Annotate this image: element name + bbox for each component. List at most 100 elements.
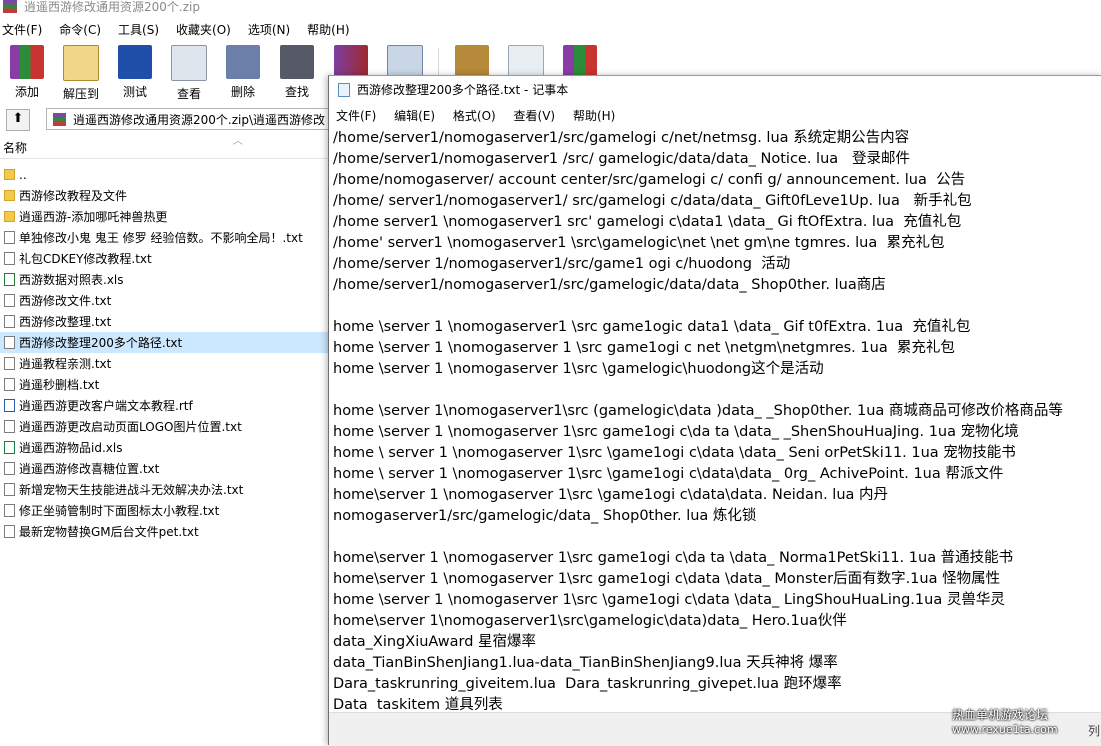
file-name: 单独修改小鬼 鬼王 修罗 经验倍数。不影响全局！.txt bbox=[19, 231, 303, 245]
text-line: home \server 1 \nomogaserver 1 \src game… bbox=[333, 340, 955, 356]
txt-file-icon bbox=[4, 483, 15, 496]
text-line: data_TianBinShenJiang1.lua-data_TianBinS… bbox=[333, 655, 838, 671]
winrar-app-icon bbox=[3, 0, 17, 13]
virus-scan-icon bbox=[455, 45, 489, 79]
text-line: /home/ server1/nomogaserver1/ src/gamelo… bbox=[333, 193, 972, 209]
up-arrow-icon: ⬆ bbox=[12, 111, 24, 126]
file-name: 逍遥西游更改启动页面LOGO图片位置.txt bbox=[19, 420, 242, 434]
txt-file-icon bbox=[4, 462, 15, 475]
menu-command[interactable]: 命令(C) bbox=[59, 21, 101, 38]
np-menu-format[interactable]: 格式(O) bbox=[453, 109, 496, 123]
wizard-icon bbox=[334, 45, 368, 79]
notepad-window: 西游修改整理200多个路径.txt - 记事本 文件(F) 编辑(E) 格式(O… bbox=[328, 75, 1101, 746]
file-row[interactable]: 修正坐骑管制时下面图标太小教程.txt bbox=[0, 500, 330, 521]
file-row[interactable]: 西游数据对照表.xls bbox=[0, 269, 330, 290]
file-name: 西游修改整理200多个路径.txt bbox=[19, 336, 183, 350]
add-button-label: 添加 bbox=[14, 85, 39, 99]
file-row[interactable]: 逍遥教程亲测.txt bbox=[0, 353, 330, 374]
find-button[interactable]: 查找 bbox=[270, 44, 324, 102]
address-text: 逍遥西游修改通用资源200个.zip\逍遥西游修改 bbox=[73, 113, 326, 127]
rtf-file-icon bbox=[4, 399, 15, 412]
winrar-title: 逍遥西游修改通用资源200个.zip bbox=[24, 0, 200, 14]
file-row[interactable]: 礼包CDKEY修改教程.txt bbox=[0, 248, 330, 269]
winrar-menubar: 文件(F) 命令(C) 工具(S) 收藏夹(O) 选项(N) 帮助(H) bbox=[0, 18, 1101, 40]
menu-file[interactable]: 文件(F) bbox=[2, 21, 42, 38]
watermark-line2: www.rexue1ta.com bbox=[952, 723, 1058, 736]
file-name: .. bbox=[19, 167, 27, 182]
np-menu-file[interactable]: 文件(F) bbox=[336, 109, 376, 123]
file-name: 新增宠物天生技能进战斗无效解决办法.txt bbox=[19, 483, 244, 497]
extract-icon bbox=[63, 45, 99, 81]
file-name: 逍遥西游修改喜糖位置.txt bbox=[19, 462, 160, 476]
txt-file-icon bbox=[4, 336, 15, 349]
file-name: 逍遥西游物品id.xls bbox=[19, 441, 123, 455]
text-line: home \ server 1 \nomogaserver 1\src \gam… bbox=[333, 445, 1016, 461]
text-line: Dara_taskrunring_giveitem.lua Dara_taskr… bbox=[333, 676, 842, 692]
text-line: home \server 1 \nomogaserver 1\src \game… bbox=[333, 361, 824, 377]
file-row[interactable]: 逍遥西游物品id.xls bbox=[0, 437, 330, 458]
file-row[interactable]: .. bbox=[0, 164, 330, 185]
file-name: 西游修改整理.txt bbox=[19, 315, 112, 329]
notepad-text-area[interactable]: /home/server1/nomogaserver1/src/gamelogi… bbox=[333, 128, 1101, 718]
menu-tools[interactable]: 工具(S) bbox=[118, 21, 159, 38]
text-line: home\server 1 \nomogaserver 1\src \game1… bbox=[333, 487, 889, 503]
add-button[interactable]: 添加 bbox=[0, 44, 54, 102]
text-line: /home/server1/nomogaserver1/src/gamelogi… bbox=[333, 130, 910, 146]
winrar-title-bar: 逍遥西游修改通用资源200个.zip bbox=[0, 0, 1101, 18]
file-row[interactable]: 逍遥西游更改客户端文本教程.rtf bbox=[0, 395, 330, 416]
np-menu-edit[interactable]: 编辑(E) bbox=[394, 109, 435, 123]
view-button[interactable]: 查看 bbox=[162, 44, 216, 102]
sfx-icon bbox=[563, 45, 597, 79]
file-row[interactable]: 逍遥西游-添加哪吒神兽热更 bbox=[0, 206, 330, 227]
folder-icon bbox=[4, 169, 15, 180]
extract-button[interactable]: 解压到 bbox=[54, 44, 108, 102]
file-row[interactable]: 逍遥西游修改喜糖位置.txt bbox=[0, 458, 330, 479]
txt-file-icon bbox=[4, 231, 15, 244]
up-folder-button[interactable]: ⬆ bbox=[6, 109, 30, 131]
delete-button-label: 删除 bbox=[230, 85, 255, 99]
column-header-name[interactable]: 名称 ︿ bbox=[0, 136, 330, 159]
np-menu-view[interactable]: 查看(V) bbox=[514, 109, 556, 123]
txt-file-icon bbox=[4, 315, 15, 328]
text-line: home \server 1 \nomogaserver 1\src \game… bbox=[333, 592, 1005, 608]
file-name: 礼包CDKEY修改教程.txt bbox=[19, 252, 152, 266]
file-row[interactable]: 西游修改文件.txt bbox=[0, 290, 330, 311]
file-row[interactable]: 最新宠物替换GM后台文件pet.txt bbox=[0, 521, 330, 542]
txt-file-icon bbox=[4, 420, 15, 433]
view-button-label: 查看 bbox=[176, 87, 201, 101]
file-row[interactable]: 逍遥秒删档.txt bbox=[0, 374, 330, 395]
text-line: /home/server1/nomogaserver1 /src/ gamelo… bbox=[333, 151, 910, 167]
txt-file-icon bbox=[4, 294, 15, 307]
delete-button[interactable]: 删除 bbox=[216, 44, 270, 102]
notepad-title-bar: 西游修改整理200多个路径.txt - 记事本 bbox=[329, 76, 1101, 104]
menu-favorites[interactable]: 收藏夹(O) bbox=[176, 21, 231, 38]
notepad-icon bbox=[338, 83, 350, 97]
np-menu-help[interactable]: 帮助(H) bbox=[573, 109, 615, 123]
file-row[interactable]: 单独修改小鬼 鬼王 修罗 经验倍数。不影响全局！.txt bbox=[0, 227, 330, 248]
test-button[interactable]: 测试 bbox=[108, 44, 162, 102]
notepad-title: 西游修改整理200多个路径.txt - 记事本 bbox=[357, 83, 569, 97]
text-line: /home/nomogaserver/ account center/src/g… bbox=[333, 172, 966, 188]
xls-file-icon bbox=[4, 441, 15, 454]
find-button-label: 查找 bbox=[284, 85, 309, 99]
text-line: /home/server1/nomogaserver1/src/gamelogi… bbox=[333, 277, 886, 293]
file-row[interactable]: 西游修改整理.txt bbox=[0, 311, 330, 332]
watermark-line1: 热血单机游戏论坛 bbox=[952, 708, 1049, 722]
zip-icon bbox=[53, 113, 66, 126]
file-row[interactable]: 西游修改整理200多个路径.txt bbox=[0, 332, 330, 353]
text-line: /home/server 1/nomogaserver1/src/game1 o… bbox=[333, 256, 791, 272]
file-name: 西游修改文件.txt bbox=[19, 294, 112, 308]
txt-file-icon bbox=[4, 525, 15, 538]
folder-icon bbox=[4, 211, 15, 222]
txt-file-icon bbox=[4, 378, 15, 391]
file-name: 逍遥秒删档.txt bbox=[19, 378, 100, 392]
extract-button-label: 解压到 bbox=[62, 87, 99, 101]
file-row[interactable]: 新增宠物天生技能进战斗无效解决办法.txt bbox=[0, 479, 330, 500]
text-line bbox=[333, 296, 1101, 317]
menu-options[interactable]: 选项(N) bbox=[248, 21, 290, 38]
menu-help[interactable]: 帮助(H) bbox=[307, 21, 349, 38]
file-row[interactable]: 西游修改教程及文件 bbox=[0, 185, 330, 206]
file-row[interactable]: 逍遥西游更改启动页面LOGO图片位置.txt bbox=[0, 416, 330, 437]
file-name: 修正坐骑管制时下面图标太小教程.txt bbox=[19, 504, 220, 518]
text-line: home\server 1 \nomogaserver 1\src game1o… bbox=[333, 550, 1014, 566]
